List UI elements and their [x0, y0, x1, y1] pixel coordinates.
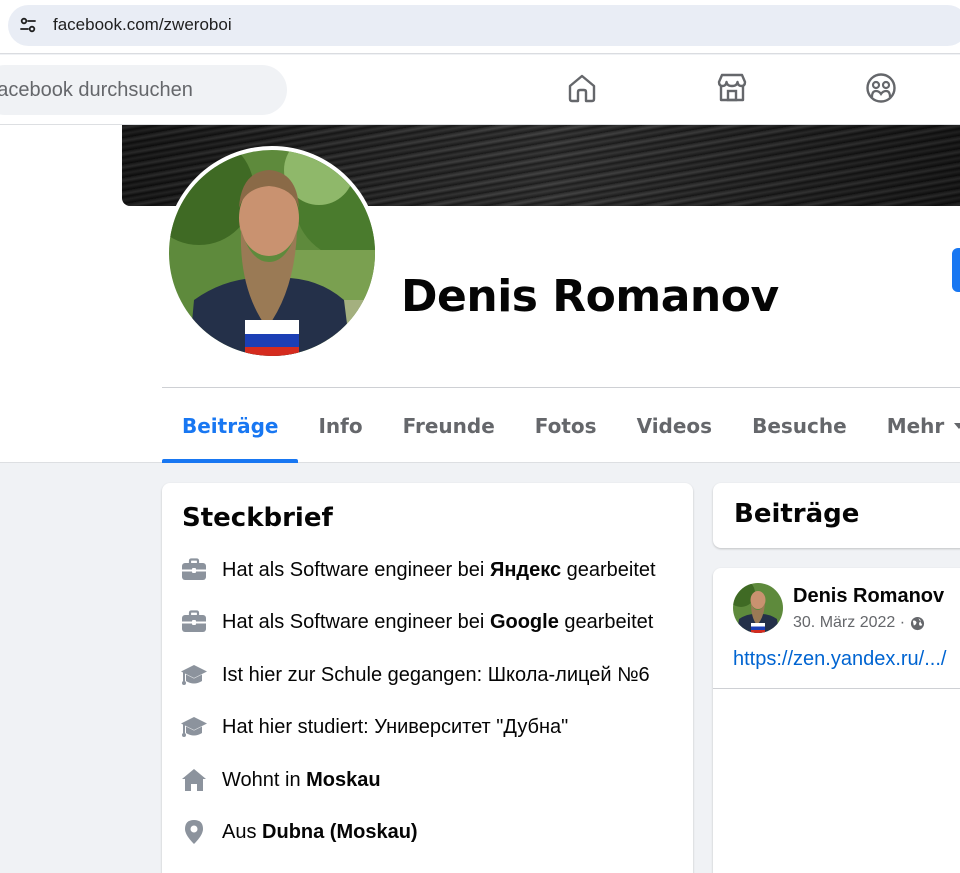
house-icon — [182, 769, 206, 791]
profile-tabs: Beiträge Info Freunde Fotos Videos Besuc… — [162, 388, 960, 463]
intro-item-suffix: gearbeitet — [558, 610, 654, 633]
briefcase-icon — [182, 558, 206, 580]
intro-item-text: Hat hier studiert: Университет "Дубна" — [222, 715, 569, 738]
graduation-cap-icon — [181, 665, 207, 685]
tab-info[interactable]: Info — [298, 388, 382, 463]
intro-item-prefix: Hat als Software engineer bei — [222, 558, 490, 581]
intro-item-text: Aus Dubna (Moskau) — [222, 821, 418, 844]
profile-header: Denis Romanov Beiträge Info Freunde Foto… — [0, 125, 960, 463]
tab-mehr[interactable]: Mehr — [867, 388, 960, 463]
intro-item: Hat als Software engineer bei Яндекс gea… — [180, 555, 656, 585]
caret-down-icon — [954, 422, 960, 429]
groups-icon[interactable] — [864, 71, 898, 105]
intro-item-text: Wohnt in Moskau — [222, 769, 381, 792]
intro-item: Ist hier zur Schule gegangen: Школа-лице… — [180, 660, 650, 690]
search-box[interactable] — [0, 65, 287, 115]
avatar-image — [733, 583, 783, 633]
tab-fotos[interactable]: Fotos — [515, 388, 617, 463]
tab-beitraege[interactable]: Beiträge — [162, 388, 299, 463]
tab-besuche[interactable]: Besuche — [732, 388, 867, 463]
intro-item-bold[interactable]: Google — [490, 611, 559, 633]
tab-label: Freunde — [402, 413, 495, 438]
intro-item-bold[interactable]: Dubna (Moskau) — [262, 821, 418, 843]
posts-header-card: Beiträge — [713, 483, 960, 548]
intro-title: Steckbrief — [182, 503, 333, 533]
profile-name: Denis Romanov — [401, 271, 779, 322]
post-link[interactable]: https://zen.yandex.ru/.../ — [733, 648, 946, 671]
post-card: Denis Romanov 30. März 2022 · https://ze… — [713, 568, 960, 873]
search-input[interactable] — [0, 65, 287, 115]
intro-item: Aus Dubna (Moskau) — [180, 817, 418, 847]
intro-item: Hat hier studiert: Университет "Дубна" — [180, 712, 568, 742]
intro-item-suffix: gearbeitet — [561, 558, 656, 581]
post-divider — [713, 688, 960, 689]
facebook-top-nav — [0, 55, 960, 125]
graduation-cap-icon — [181, 717, 207, 737]
intro-card: Steckbrief Hat als Software engineer bei… — [162, 483, 693, 873]
posts-title: Beiträge — [734, 499, 860, 529]
post-author-avatar[interactable] — [733, 583, 783, 633]
intro-item-prefix: Hat als Software engineer bei — [222, 610, 490, 633]
profile-picture[interactable] — [165, 146, 379, 360]
tab-label: Info — [318, 413, 363, 438]
site-settings-icon[interactable] — [18, 15, 38, 35]
browser-address-bar: facebook.com/zweroboi — [0, 0, 960, 54]
intro-item-text: Hat als Software engineer bei Яндекс gea… — [222, 559, 656, 582]
intro-item-bold[interactable]: Moskau — [306, 769, 380, 791]
post-date[interactable]: 30. März 2022 · — [793, 614, 905, 632]
tab-label: Beiträge — [182, 413, 279, 438]
intro-item-text: Hat als Software engineer bei Google gea… — [222, 611, 653, 634]
add-story-button[interactable] — [952, 248, 960, 292]
location-pin-icon — [185, 820, 203, 844]
intro-item-bold[interactable]: Яндекс — [490, 559, 561, 581]
intro-item: Wohnt in Moskau — [180, 765, 381, 795]
post-meta: 30. März 2022 · — [793, 614, 925, 632]
globe-icon — [911, 616, 925, 630]
briefcase-icon — [182, 610, 206, 632]
home-icon[interactable] — [565, 71, 599, 105]
marketplace-icon[interactable] — [715, 71, 749, 105]
post-author-name[interactable]: Denis Romanov — [793, 585, 944, 608]
tab-label: Videos — [636, 413, 713, 438]
intro-item-prefix: Aus — [222, 820, 263, 843]
intro-item-prefix: Wohnt in — [222, 768, 307, 791]
intro-item-text: Ist hier zur Schule gegangen: Школа-лице… — [222, 663, 650, 686]
tab-label: Mehr — [886, 413, 945, 438]
tab-videos[interactable]: Videos — [617, 388, 733, 463]
tab-label: Fotos — [534, 413, 597, 438]
tab-freunde[interactable]: Freunde — [383, 388, 515, 463]
intro-item: Hat als Software engineer bei Google gea… — [180, 607, 653, 637]
tab-label: Besuche — [752, 413, 847, 438]
profile-photo-image — [169, 150, 375, 356]
url-text[interactable]: facebook.com/zweroboi — [53, 15, 232, 35]
